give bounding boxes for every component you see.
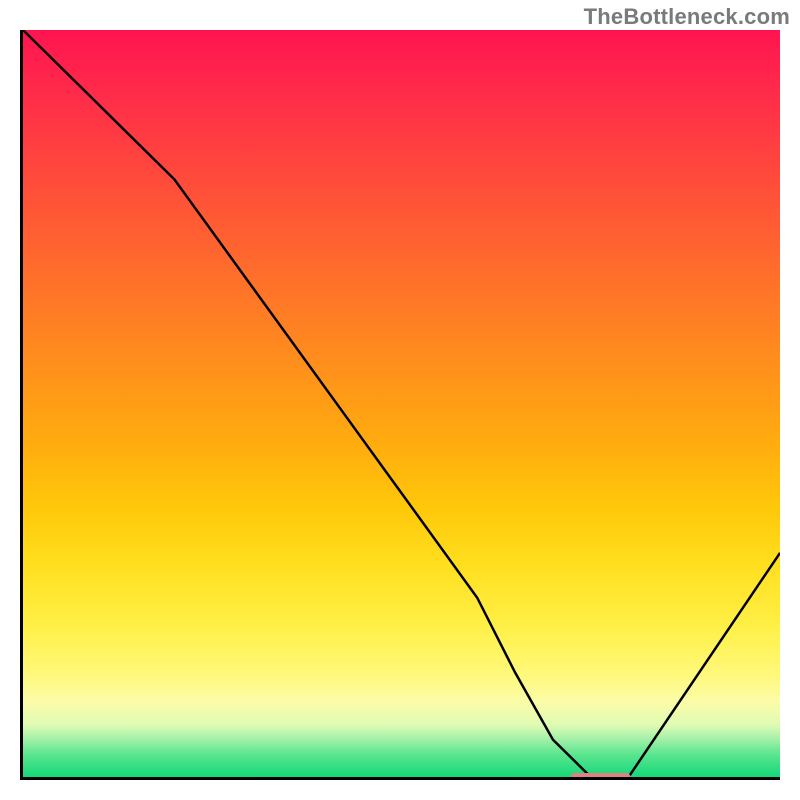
optimal-range-marker <box>570 773 631 780</box>
chart-container: TheBottleneck.com <box>0 0 800 800</box>
watermark-text: TheBottleneck.com <box>584 4 790 30</box>
bottleneck-curve <box>23 30 780 777</box>
curve-svg <box>23 30 780 777</box>
plot-area <box>20 30 780 780</box>
